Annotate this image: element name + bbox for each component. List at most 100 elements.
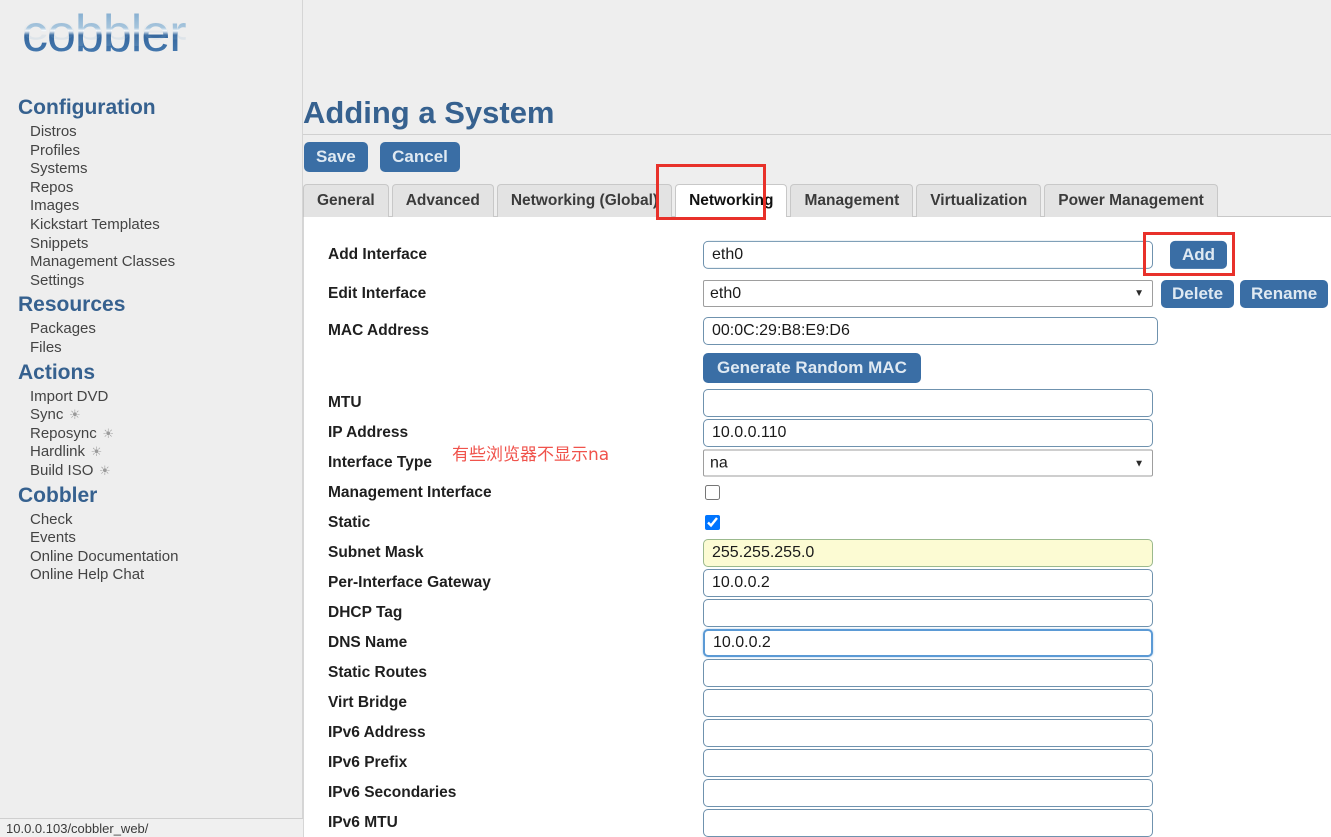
sidebar-item-label: Settings (30, 271, 85, 289)
sidebar-item-label: Profiles (30, 141, 81, 159)
gear-icon: ☀ (87, 444, 103, 460)
row-ipv6-address: IPv6 Address (304, 718, 1331, 748)
row-static-routes: Static Routes (304, 658, 1331, 688)
row-dns-name: DNS Name (304, 628, 1331, 658)
sidebar-item-events[interactable]: Events (0, 529, 303, 548)
sidebar-item-repos[interactable]: Repos (0, 179, 303, 198)
sidebar-item-online-documentation[interactable]: Online Documentation (0, 548, 303, 567)
interface-type-select-wrapper: nabondbond_slavebridgebridge_slavebonded… (703, 449, 1153, 477)
tab-networking[interactable]: Networking (675, 184, 788, 217)
virt-bridge-input[interactable] (703, 689, 1153, 717)
per-interface-gateway-input[interactable] (703, 569, 1153, 597)
tab-advanced[interactable]: Advanced (391, 184, 494, 217)
tab-management[interactable]: Management (790, 184, 914, 217)
edit-interface-select-wrapper: eth0 ▼ (703, 279, 1153, 307)
tab-label: Management (804, 192, 900, 209)
interface-type-select[interactable]: nabondbond_slavebridgebridge_slavebonded… (703, 449, 1153, 477)
row-ipv6-mtu: IPv6 MTU (304, 808, 1331, 837)
ip-address-label: IP Address (328, 424, 409, 441)
sidebar-item-files[interactable]: Files (0, 339, 303, 358)
sidebar-item-snippets[interactable]: Snippets (0, 235, 303, 254)
field-control: Generate Random MAC (703, 353, 921, 383)
cancel-button[interactable]: Cancel (380, 142, 460, 172)
field-control (703, 539, 1153, 567)
mac-address-input[interactable] (703, 316, 1158, 345)
sidebar-item-hardlink[interactable]: Hardlink ☀ (0, 443, 303, 462)
row-edit-interface: Edit Interface eth0 ▼ Delete Rename (304, 274, 1331, 313)
edit-interface-select[interactable]: eth0 (703, 279, 1153, 307)
page-title: Adding a System (303, 95, 555, 130)
action-button-bar: Save Cancel (304, 142, 460, 172)
row-virt-bridge: Virt Bridge (304, 688, 1331, 718)
row-per-interface-gateway: Per-Interface Gateway (304, 568, 1331, 598)
static-routes-label: Static Routes (328, 664, 428, 681)
tab-label: Power Management (1058, 192, 1204, 209)
field-control (703, 569, 1153, 597)
sidebar-group-cobbler: Cobbler Check Events Online Documentation On… (0, 483, 303, 585)
row-subnet-mask: Subnet Mask (304, 538, 1331, 568)
sidebar-item-profiles[interactable]: Profiles (0, 142, 303, 161)
sidebar-nav: Configuration Distros Profiles Systems Repos… (0, 93, 303, 585)
sidebar-item-check[interactable]: Check (0, 511, 303, 530)
sidebar-item-build-iso[interactable]: Build ISO ☀ (0, 462, 303, 481)
dns-name-label: DNS Name (328, 634, 408, 651)
sidebar-item-label: Kickstart Templates (30, 215, 160, 233)
dhcp-tag-input[interactable] (703, 599, 1153, 627)
sidebar-item-packages[interactable]: Packages (0, 320, 303, 339)
sidebar-heading-cobbler: Cobbler (18, 483, 98, 507)
static-checkbox[interactable] (705, 515, 720, 531)
sidebar-item-label: Sync (30, 406, 64, 424)
mtu-input[interactable] (703, 389, 1153, 417)
dhcp-tag-label: DHCP Tag (328, 604, 403, 621)
field-control (703, 749, 1153, 777)
management-interface-checkbox[interactable] (705, 485, 720, 501)
tab-virtualization[interactable]: Virtualization (916, 184, 1042, 217)
sidebar-group-resources: Resources Packages Files (0, 292, 303, 357)
subnet-mask-input[interactable] (703, 539, 1153, 567)
tab-power-management[interactable]: Power Management (1044, 184, 1218, 217)
sidebar-item-import-dvd[interactable]: Import DVD (0, 388, 303, 407)
sidebar-item-images[interactable]: Images (0, 197, 303, 216)
ipv6-secondaries-input[interactable] (703, 779, 1153, 807)
rename-interface-button[interactable]: Rename (1240, 279, 1329, 308)
sidebar-item-label: Systems (30, 160, 88, 178)
sidebar-item-kickstart-templates[interactable]: Kickstart Templates (0, 216, 303, 235)
tab-label: Networking (689, 192, 774, 209)
field-control: nabondbond_slavebridgebridge_slavebonded… (703, 449, 1153, 477)
row-mtu: MTU (304, 388, 1331, 418)
sidebar-item-distros[interactable]: Distros (0, 123, 303, 142)
sidebar-item-reposync[interactable]: Reposync ☀ (0, 425, 303, 444)
sidebar-item-management-classes[interactable]: Management Classes (0, 253, 303, 272)
field-control: Add (703, 240, 1228, 269)
sidebar-item-label: Reposync (30, 424, 97, 442)
sidebar-item-sync[interactable]: Sync ☀ (0, 406, 303, 425)
ipv6-mtu-input[interactable] (703, 809, 1153, 837)
sidebar-item-settings[interactable]: Settings (0, 272, 303, 291)
ipv6-secondaries-label: IPv6 Secondaries (328, 784, 457, 801)
ip-address-input[interactable] (703, 419, 1153, 447)
sidebar-item-systems[interactable]: Systems (0, 160, 303, 179)
tab-networking-global[interactable]: Networking (Global) (496, 184, 673, 217)
generate-random-mac-button[interactable]: Generate Random MAC (703, 353, 921, 383)
add-interface-button[interactable]: Add (1170, 240, 1228, 269)
ipv6-address-input[interactable] (703, 719, 1153, 747)
static-routes-input[interactable] (703, 659, 1153, 687)
interface-type-label: Interface Type (328, 454, 432, 471)
sidebar-item-label: Distros (30, 123, 77, 140)
tab-label: Advanced (405, 192, 480, 209)
ipv6-prefix-label: IPv6 Prefix (328, 754, 408, 771)
save-button[interactable]: Save (304, 142, 368, 172)
row-management-interface: Management Interface (304, 478, 1331, 508)
ipv6-prefix-input[interactable] (703, 749, 1153, 777)
delete-interface-button[interactable]: Delete (1161, 279, 1235, 308)
row-dhcp-tag: DHCP Tag (304, 598, 1331, 628)
cobbler-logo[interactable]: cobbler cobbler (22, 8, 247, 86)
tab-general[interactable]: General (303, 184, 389, 217)
virt-bridge-label: Virt Bridge (328, 694, 407, 711)
sidebar-item-label: Events (30, 529, 76, 547)
dns-name-input[interactable] (703, 629, 1153, 657)
sidebar-group-actions: Actions Import DVD Sync ☀ Reposync ☀ Hardlin… (0, 360, 303, 481)
sidebar-item-online-help-chat[interactable]: Online Help Chat (0, 566, 303, 585)
add-interface-input[interactable] (703, 240, 1153, 269)
add-interface-label: Add Interface (328, 245, 428, 263)
